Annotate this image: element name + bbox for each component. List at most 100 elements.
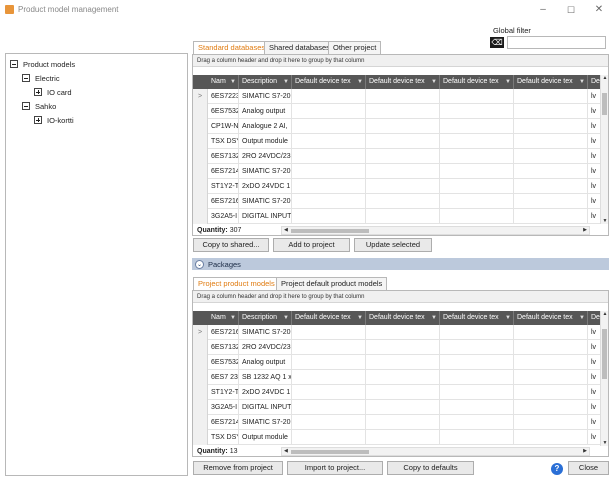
table-cell[interactable]	[440, 119, 514, 134]
table-cell[interactable]	[514, 179, 588, 194]
table-cell[interactable]: CP1W-N	[208, 119, 239, 134]
table-cell[interactable]	[514, 149, 588, 164]
tree-node-sahko[interactable]: Sahko	[22, 100, 56, 112]
row-indicator[interactable]	[193, 340, 208, 355]
filter-icon[interactable]: ▼	[579, 75, 585, 89]
maximize-button[interactable]: ☐	[564, 3, 578, 17]
table-row[interactable]: >6ES7216 SIMATIC S7-20 lv	[193, 325, 601, 340]
table-cell[interactable]	[292, 104, 366, 119]
help-icon[interactable]: ?	[551, 463, 563, 475]
table-cell[interactable]	[440, 104, 514, 119]
table-cell[interactable]	[440, 194, 514, 209]
table-cell[interactable]	[440, 415, 514, 430]
table-cell[interactable]	[292, 430, 366, 445]
table-cell[interactable]	[366, 385, 440, 400]
filter-icon[interactable]: ▼	[283, 75, 289, 89]
column-header-name[interactable]: Nam ▼	[208, 311, 239, 325]
scroll-down-icon[interactable]: ▼	[601, 218, 609, 224]
table-cell[interactable]: DIGITAL INPUT	[239, 400, 292, 415]
clear-filter-icon[interactable]: ⌫	[490, 37, 504, 48]
column-header-description[interactable]: Description ▼	[239, 311, 292, 325]
tab-project-product-models[interactable]: Project product models	[193, 277, 280, 290]
packages-section-header[interactable]: ⌄ Packages	[192, 258, 609, 270]
table-cell[interactable]	[366, 119, 440, 134]
table-row[interactable]: 3G2A5-I DIGITAL INPUT lv	[193, 400, 601, 415]
column-header-default-device-text-3[interactable]: Default device tex ▼	[440, 75, 514, 89]
table-cell[interactable]: 2RO 24VDC/23	[239, 340, 292, 355]
filter-icon[interactable]: ▼	[579, 311, 585, 325]
row-indicator[interactable]	[193, 415, 208, 430]
tree-node-product-models[interactable]: Product models	[10, 58, 75, 70]
table-cell[interactable]	[366, 89, 440, 104]
tab-shared-databases[interactable]: Shared databases	[264, 41, 335, 54]
table-cell[interactable]	[514, 119, 588, 134]
table-cell[interactable]: Analog output	[239, 355, 292, 370]
table-row[interactable]: 6ES7214 SIMATIC S7-20 lv	[193, 415, 601, 430]
table-cell[interactable]	[514, 400, 588, 415]
add-to-project-button[interactable]: Add to project	[273, 238, 350, 252]
table-cell[interactable]	[366, 400, 440, 415]
table-cell[interactable]	[514, 430, 588, 445]
table-cell[interactable]	[292, 400, 366, 415]
table-cell[interactable]: SIMATIC S7-20	[239, 89, 292, 104]
table-cell[interactable]: DIGITAL INPUT	[239, 209, 292, 224]
column-header-description[interactable]: Description ▼	[239, 75, 292, 89]
table-cell[interactable]	[514, 385, 588, 400]
collapse-icon[interactable]	[22, 102, 30, 110]
filter-icon[interactable]: ▼	[230, 311, 236, 325]
vertical-scrollbar[interactable]: ▲ ▼	[600, 75, 608, 224]
row-indicator[interactable]	[193, 430, 208, 445]
row-indicator[interactable]	[193, 209, 208, 224]
table-cell[interactable]	[514, 370, 588, 385]
table-cell[interactable]: Analog output	[239, 104, 292, 119]
table-cell[interactable]: ST1Y2-T	[208, 385, 239, 400]
table-cell[interactable]: 2xDO 24VDC 1	[239, 385, 292, 400]
global-filter-input[interactable]	[507, 36, 606, 49]
copy-to-defaults-button[interactable]: Copy to defaults	[387, 461, 474, 475]
table-cell[interactable]	[440, 164, 514, 179]
table-cell[interactable]	[366, 355, 440, 370]
filter-icon[interactable]: ▼	[431, 311, 437, 325]
table-cell[interactable]	[292, 385, 366, 400]
table-cell[interactable]	[440, 209, 514, 224]
table-cell[interactable]: Output module	[239, 134, 292, 149]
table-cell[interactable]	[292, 355, 366, 370]
row-indicator[interactable]	[193, 194, 208, 209]
table-cell[interactable]	[292, 119, 366, 134]
table-cell[interactable]	[440, 179, 514, 194]
table-cell[interactable]	[292, 149, 366, 164]
table-cell[interactable]	[440, 89, 514, 104]
table-row[interactable]: 6ES7 23 SB 1232 AQ 1 x lv	[193, 370, 601, 385]
table-cell[interactable]	[366, 194, 440, 209]
column-header-default-device-text-1[interactable]: Default device tex ▼	[292, 75, 366, 89]
table-cell[interactable]	[440, 149, 514, 164]
row-indicator[interactable]	[193, 164, 208, 179]
collapse-icon[interactable]	[10, 60, 18, 68]
table-cell[interactable]	[366, 340, 440, 355]
copy-to-shared-button[interactable]: Copy to shared...	[193, 238, 269, 252]
table-cell[interactable]	[514, 325, 588, 340]
remove-from-project-button[interactable]: Remove from project	[193, 461, 283, 475]
table-cell[interactable]	[514, 415, 588, 430]
row-indicator[interactable]	[193, 400, 208, 415]
table-cell[interactable]: 6ES7 23	[208, 370, 239, 385]
table-cell[interactable]	[366, 104, 440, 119]
table-cell[interactable]: 3G2A5-I	[208, 400, 239, 415]
column-header-default-device-text-1[interactable]: Default device tex ▼	[292, 311, 366, 325]
table-row[interactable]: TSX DSY Output module lv	[193, 134, 601, 149]
table-cell[interactable]	[440, 430, 514, 445]
table-row[interactable]: TSX DSY Output module lv	[193, 430, 601, 445]
scroll-up-icon[interactable]: ▲	[601, 75, 609, 81]
tab-standard-databases[interactable]: Standard databases	[193, 41, 271, 54]
tree-node-electric[interactable]: Electric	[22, 72, 60, 84]
column-header-name[interactable]: Nam ▼	[208, 75, 239, 89]
table-cell[interactable]: 6ES7214	[208, 415, 239, 430]
expand-icon[interactable]	[34, 88, 42, 96]
table-cell[interactable]: 6ES7223	[208, 89, 239, 104]
row-indicator[interactable]	[193, 134, 208, 149]
column-header-default-device-text-4[interactable]: Default device tex ▼	[514, 311, 588, 325]
table-cell[interactable]: 6ES7132	[208, 340, 239, 355]
table-row[interactable]: 6ES7532 Analog output lv	[193, 355, 601, 370]
table-cell[interactable]: 6ES7532	[208, 104, 239, 119]
table-row[interactable]: 6ES7214 SIMATIC S7-20 lv	[193, 164, 601, 179]
